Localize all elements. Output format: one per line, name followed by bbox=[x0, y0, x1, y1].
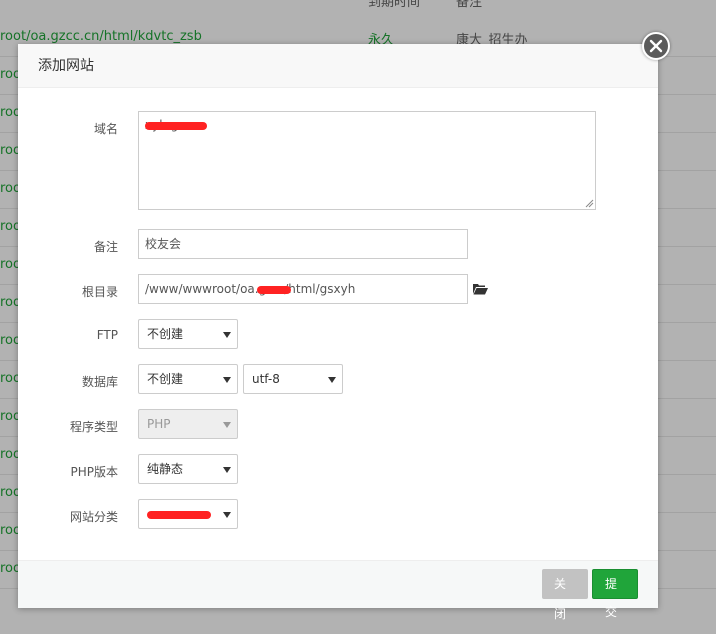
program-type-select: PHP bbox=[138, 409, 238, 439]
domain-textarea[interactable]: xyh.g n bbox=[138, 111, 596, 210]
redaction-mark bbox=[147, 511, 211, 519]
chevron-down-icon bbox=[223, 422, 231, 428]
chevron-down-icon bbox=[223, 467, 231, 473]
resize-grip-icon[interactable] bbox=[585, 199, 594, 208]
domain-label: 域名 bbox=[93, 122, 118, 136]
dialog-footer: 关闭 提交 bbox=[18, 560, 658, 621]
php-version-label: PHP版本 bbox=[70, 465, 119, 479]
program-type-selected-value: PHP bbox=[147, 417, 171, 431]
dialog-close-button[interactable] bbox=[642, 32, 670, 60]
redaction-mark bbox=[257, 286, 291, 294]
close-icon bbox=[649, 39, 663, 53]
charset-selected-value: utf-8 bbox=[252, 372, 280, 386]
database-selected-value: 不创建 bbox=[147, 372, 184, 386]
database-label: 数据库 bbox=[81, 375, 118, 389]
ftp-select[interactable]: 不创建 bbox=[138, 319, 238, 349]
chevron-down-icon bbox=[223, 512, 231, 518]
ftp-label: FTP bbox=[96, 328, 118, 342]
submit-button[interactable]: 提交 bbox=[592, 569, 638, 619]
redaction-mark bbox=[145, 122, 207, 130]
ftp-selected-value: 不创建 bbox=[147, 327, 184, 341]
chevron-down-icon bbox=[223, 377, 231, 383]
database-select[interactable]: 不创建 bbox=[138, 364, 238, 394]
folder-open-icon[interactable] bbox=[473, 283, 488, 295]
root-dir-input[interactable]: /www/wwwroot/oa.g cn/html/gsxyh bbox=[138, 274, 468, 304]
close-button[interactable]: 关闭 bbox=[542, 569, 588, 621]
chevron-down-icon bbox=[223, 332, 231, 338]
program-type-label: 程序类型 bbox=[69, 420, 118, 434]
add-site-dialog: 添加网站 域名 xyh.g n 备注 校友会 根目录 /www/wwwroot/… bbox=[18, 44, 658, 621]
charset-select[interactable]: utf-8 bbox=[243, 364, 343, 394]
php-version-select[interactable]: 纯静态 bbox=[138, 454, 238, 484]
dialog-title: 添加网站 bbox=[18, 44, 658, 88]
root-dir-value: /www/wwwroot/oa.g cn/html/gsxyh bbox=[145, 282, 356, 296]
site-category-label: 网站分类 bbox=[69, 510, 118, 524]
site-category-select[interactable] bbox=[138, 499, 238, 529]
php-version-selected-value: 纯静态 bbox=[147, 462, 184, 476]
note-label: 备注 bbox=[93, 240, 118, 254]
root-dir-label: 根目录 bbox=[81, 285, 118, 299]
chevron-down-icon bbox=[328, 377, 336, 383]
note-input[interactable]: 校友会 bbox=[138, 229, 468, 259]
